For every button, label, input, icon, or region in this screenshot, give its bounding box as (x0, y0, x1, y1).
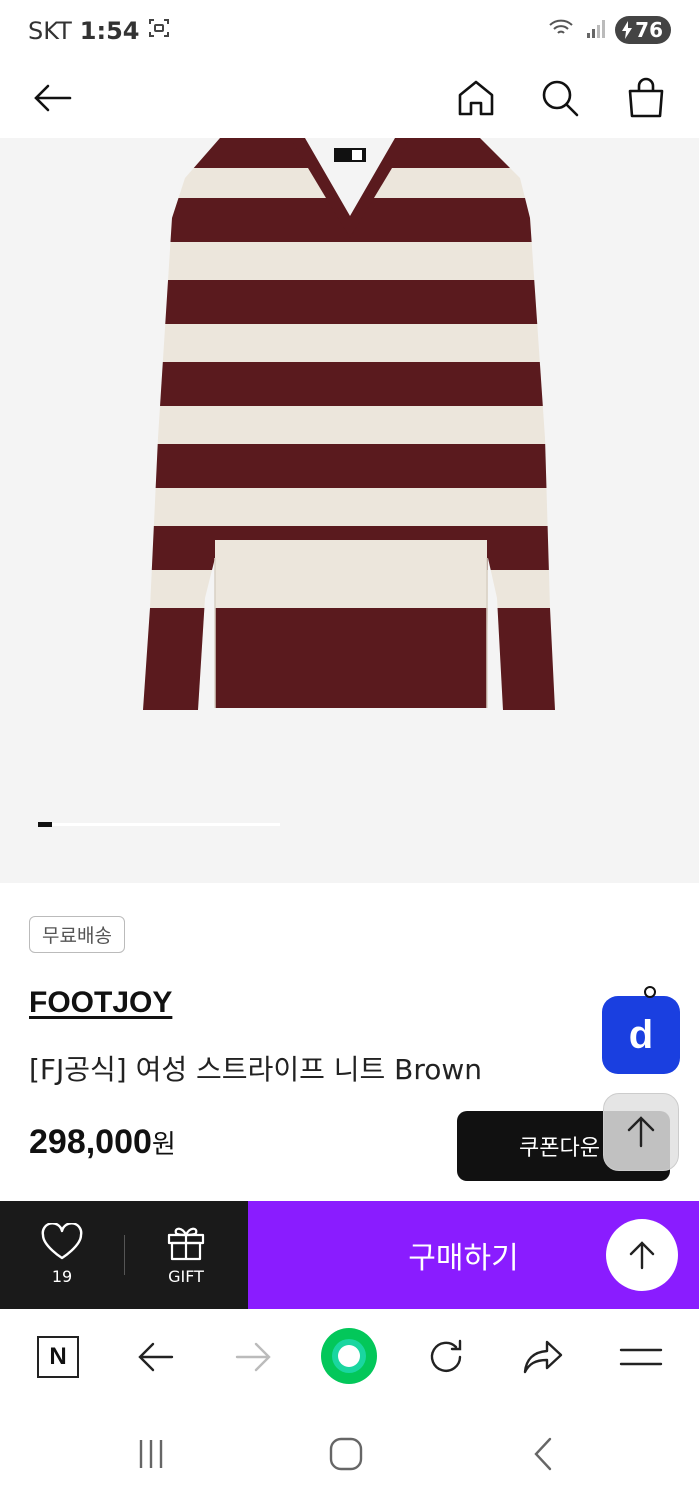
app-header (0, 62, 699, 138)
home-icon (329, 1437, 363, 1471)
carrier-label: SKT (28, 17, 72, 45)
status-right: 76 (547, 16, 671, 44)
menu-icon (619, 1348, 663, 1366)
forward-icon (235, 1342, 271, 1372)
back-icon (138, 1342, 174, 1372)
share-icon (523, 1340, 563, 1374)
price-unit: 원 (151, 1129, 176, 1159)
product-price: 298,000원 (29, 1123, 176, 1162)
browser-forward-button[interactable] (225, 1329, 281, 1385)
carousel-indicator (38, 822, 280, 827)
screenshot-icon (147, 16, 171, 46)
home-icon (458, 80, 494, 116)
home-button[interactable] (450, 72, 502, 124)
search-icon (542, 80, 579, 117)
battery-level: 76 (635, 18, 663, 42)
signal-icon (585, 17, 607, 43)
gift-icon (167, 1227, 205, 1261)
price-value: 298,000 (29, 1123, 152, 1161)
shopping-bag-icon (628, 77, 664, 118)
striped-sweater-image (143, 138, 555, 710)
green-dot-icon (321, 1328, 377, 1384)
wifi-icon (547, 16, 577, 44)
coupon-label: 쿠폰다운 (519, 1136, 600, 1161)
refresh-icon (430, 1339, 462, 1372)
carousel-indicator-thumb (38, 822, 52, 827)
divider (124, 1235, 125, 1275)
purchase-bar-left: 19 GIFT (0, 1201, 248, 1309)
gift-button[interactable]: GIFT (160, 1223, 212, 1286)
arrow-left-icon (34, 84, 72, 112)
wishlist-count: 19 (51, 1267, 73, 1286)
refresh-button[interactable] (418, 1329, 474, 1385)
product-image-carousel[interactable] (0, 138, 699, 883)
purchase-bar: 19 GIFT 구매하기 (0, 1201, 699, 1309)
gift-label: GIFT (168, 1267, 204, 1286)
product-info: 무료배송 FOOTJOY [FJ공식] 여성 스트라이프 니트 Brown 29… (0, 883, 699, 1201)
product-title: [FJ공식] 여성 스트라이프 니트 Brown (29, 1053, 483, 1086)
menu-button[interactable] (613, 1329, 669, 1385)
scroll-to-top-button[interactable] (603, 1093, 679, 1171)
battery-indicator: 76 (615, 16, 671, 44)
green-dot-button[interactable] (320, 1327, 378, 1385)
free-shipping-badge: 무료배송 (29, 916, 125, 953)
recents-button[interactable] (126, 1431, 176, 1477)
scroll-up-button[interactable] (606, 1219, 678, 1291)
clock: 1:54 (79, 17, 140, 45)
browser-back-button[interactable] (128, 1329, 184, 1385)
charging-icon (622, 21, 633, 39)
cart-button[interactable] (620, 72, 672, 124)
back-button[interactable] (26, 72, 78, 124)
buy-label: 구매하기 (408, 1241, 519, 1276)
tag-icon (644, 986, 656, 998)
brand-link[interactable]: FOOTJOY (29, 986, 172, 1020)
heart-icon (41, 1222, 83, 1260)
browser-toolbar: N (0, 1309, 699, 1407)
arrow-up-icon (627, 1116, 655, 1148)
naver-home-button[interactable]: N (30, 1329, 86, 1385)
android-back-button[interactable] (518, 1431, 568, 1477)
recents-icon (139, 1440, 163, 1468)
system-navigation-bar (0, 1407, 699, 1500)
search-button[interactable] (534, 72, 586, 124)
wishlist-button[interactable]: 19 (36, 1222, 88, 1286)
n-label: N (49, 1343, 67, 1370)
naver-icon: N (37, 1336, 79, 1378)
status-left: SKT 1:54 (28, 16, 171, 46)
share-button[interactable] (515, 1329, 571, 1385)
d-floating-button[interactable]: d (602, 986, 680, 1074)
android-home-button[interactable] (321, 1431, 371, 1477)
status-bar: SKT 1:54 76 (0, 0, 699, 62)
d-label: d (628, 1012, 654, 1057)
arrow-up-icon (629, 1241, 655, 1270)
back-icon (534, 1437, 552, 1471)
